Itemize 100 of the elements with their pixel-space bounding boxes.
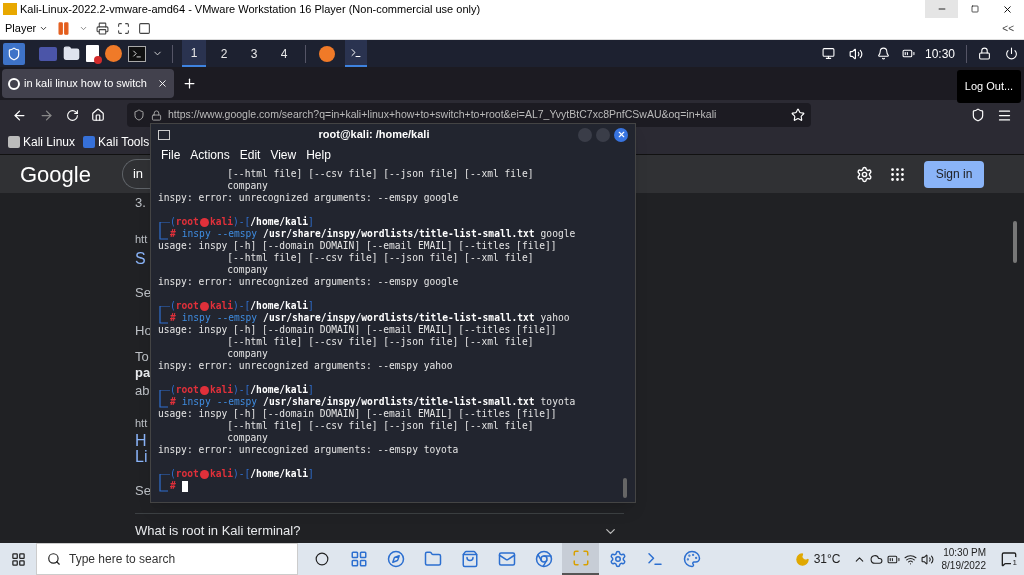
- close-icon: [1002, 3, 1013, 15]
- lock-icon[interactable]: [978, 47, 991, 60]
- result-title-link[interactable]: S: [135, 251, 146, 267]
- result-text: Se: [135, 483, 151, 499]
- prompt-bracket: ]: [308, 300, 314, 312]
- prompt-bracket: (: [170, 468, 176, 480]
- text-editor-icon[interactable]: [86, 45, 99, 62]
- command-option: --emspy: [216, 396, 258, 408]
- close-icon[interactable]: [614, 127, 628, 142]
- bell-icon[interactable]: [876, 47, 890, 60]
- workspace-button[interactable]: 3: [242, 40, 266, 67]
- menu-item[interactable]: View: [270, 146, 297, 164]
- battery-icon[interactable]: [901, 47, 915, 60]
- prompt-mark: #: [170, 312, 176, 324]
- wifi-icon[interactable]: [903, 552, 917, 566]
- bookmark-link[interactable]: Kali Linux: [23, 133, 76, 151]
- result-text: ab: [135, 383, 150, 399]
- vmware-logo-icon: [3, 3, 17, 15]
- menu-item[interactable]: Actions: [190, 146, 230, 164]
- moon-icon: [794, 551, 810, 567]
- prompt-mark: #: [170, 396, 176, 408]
- terminal-output-line: company: [226, 180, 268, 192]
- prompt-user: root: [175, 468, 199, 480]
- home-icon[interactable]: [91, 108, 105, 122]
- prompt-user: root: [175, 300, 199, 312]
- search-field[interactable]: in: [121, 159, 150, 189]
- terminal-output-line: [--html file] [--csv file] [--json file] [--xml file]: [226, 420, 534, 432]
- logout-tooltip: Log Out...: [957, 70, 1021, 103]
- send-keys-icon[interactable]: [96, 22, 110, 35]
- panel-clock[interactable]: 10:30: [924, 44, 955, 63]
- notification-button[interactable]: 1: [994, 543, 1024, 575]
- prompt-user: root: [175, 384, 199, 396]
- search-icon: [47, 552, 61, 566]
- weather-temperature[interactable]: 31°C: [813, 550, 841, 568]
- window-title: Kali-Linux-2022.2-vmware-amd64 - VMware Workstation 16 Player (Non-commercial use only): [20, 1, 481, 17]
- caret-icon[interactable]: [79, 24, 89, 33]
- result-title-link[interactable]: Li: [135, 449, 148, 465]
- prompt-mark: #: [170, 228, 176, 240]
- tab-title: in kali linux how to switch: [24, 76, 148, 92]
- unity-icon[interactable]: [138, 22, 152, 35]
- taskbar-time[interactable]: 10:30 PM: [943, 546, 986, 559]
- bookmark-link[interactable]: Kali Tools: [98, 133, 150, 151]
- scrollbar-thumb[interactable]: [623, 478, 627, 498]
- volume-icon[interactable]: [848, 46, 863, 61]
- workspace-button[interactable]: 1: [182, 40, 206, 67]
- command-name: inspy: [181, 228, 211, 240]
- menu-icon[interactable]: [997, 107, 1012, 123]
- firefox-icon[interactable]: [319, 45, 335, 62]
- result-url: htt: [135, 232, 148, 247]
- workspace-button[interactable]: 4: [272, 40, 296, 67]
- scrollbar-thumb[interactable]: [1013, 221, 1017, 263]
- firefox-icon[interactable]: [105, 45, 122, 62]
- star-icon[interactable]: [791, 108, 805, 122]
- google-logo[interactable]: Google: [20, 157, 91, 191]
- close-icon[interactable]: [157, 78, 168, 89]
- sign-in-button[interactable]: Sign in: [924, 160, 984, 188]
- reload-icon[interactable]: [66, 108, 79, 122]
- cloud-icon[interactable]: [869, 552, 883, 566]
- power-icon[interactable]: [1005, 47, 1018, 60]
- prompt-separator: )-[: [233, 384, 251, 396]
- collapse-button[interactable]: <<: [1002, 21, 1014, 36]
- taskbar-search-field[interactable]: Type here to search: [36, 543, 298, 575]
- terminal-output-line: inspy: error: unrecognized arguments: --emspy toyota: [158, 444, 459, 456]
- terminal-icon: [158, 129, 170, 140]
- monitor-icon[interactable]: [821, 47, 835, 60]
- question-row[interactable]: What is root in Kali terminal?: [135, 514, 624, 543]
- menu-item[interactable]: File: [161, 146, 181, 164]
- menu-item[interactable]: Edit: [239, 146, 261, 164]
- terminal-icon[interactable]: [345, 40, 367, 67]
- back-icon[interactable]: [12, 107, 27, 123]
- terminal-output-line: [--html file] [--csv file] [--json file] [--xml file]: [226, 336, 534, 348]
- settings-icon[interactable]: [856, 165, 873, 183]
- terminal-output-line: inspy: error: unrecognized arguments: --emspy google: [158, 276, 459, 288]
- fullscreen-icon[interactable]: [117, 22, 131, 35]
- google-icon: [8, 77, 20, 90]
- lock-icon: [151, 109, 162, 121]
- prompt-bracket: (: [170, 384, 176, 396]
- result-title-link[interactable]: H: [135, 433, 147, 449]
- prompt-path: /home/kali: [250, 468, 309, 480]
- prompt-host: kali: [209, 468, 233, 480]
- command-name: inspy: [181, 312, 211, 324]
- menu-item[interactable]: Help: [306, 146, 331, 164]
- caret-icon: [39, 24, 49, 33]
- player-menu[interactable]: Player: [5, 20, 49, 37]
- browser-tab[interactable]: in kali linux how to switch: [2, 69, 174, 98]
- pause-icon[interactable]: [56, 21, 72, 36]
- workspace-button[interactable]: 2: [212, 40, 236, 67]
- volume-icon[interactable]: [920, 552, 934, 566]
- forward-icon[interactable]: [39, 107, 54, 123]
- folder-icon[interactable]: [63, 45, 80, 62]
- apps-grid-icon[interactable]: [889, 165, 906, 183]
- prompt-path: /home/kali: [250, 300, 309, 312]
- prompt-path: /home/kali: [250, 216, 309, 228]
- taskbar-date[interactable]: 8/19/2022: [941, 559, 986, 572]
- terminal-icon[interactable]: [128, 45, 146, 62]
- desktop-icon[interactable]: [39, 46, 57, 61]
- url-text: https://www.google.com/search?q=in+kali+linux+how+to+switch+to+root&ei=AL7_YvytBtC7xc8PnfCSwAU&oq=in+kali: [168, 107, 718, 123]
- new-tab-icon[interactable]: [182, 76, 197, 91]
- prompt-host: kali: [209, 216, 233, 228]
- result-url: htt: [135, 416, 148, 431]
